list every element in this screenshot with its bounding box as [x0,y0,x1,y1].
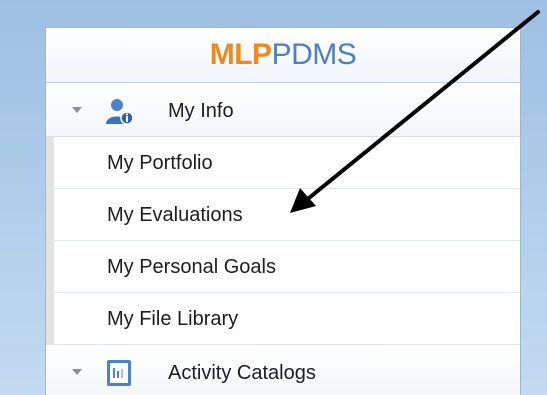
catalog-icon [107,360,131,386]
section-activity-catalogs[interactable]: Activity Catalogs [46,345,520,395]
collapse-arrow-icon[interactable] [72,369,82,375]
logo-mlp: MLP [209,38,272,71]
menu-item-my-evaluations[interactable]: My Evaluations [46,189,520,241]
logo-bar: MLPPDMS [46,28,520,83]
menu-item-my-personal-goals[interactable]: My Personal Goals [46,241,520,293]
collapse-arrow-icon[interactable] [72,107,82,113]
user-info-icon [106,99,134,125]
menu-item-my-file-library[interactable]: My File Library [46,293,520,345]
menu-label: My Portfolio [107,152,213,174]
menu-label: My Personal Goals [107,256,276,278]
section-my-info[interactable]: My Info [46,83,520,137]
section-label-activity-catalogs: Activity Catalogs [168,362,316,384]
app-logo[interactable]: MLPPDMS [46,37,520,73]
menu-label: My Evaluations [107,204,243,226]
menu-item-my-portfolio[interactable]: My Portfolio [46,137,520,189]
menu-label: My File Library [107,308,239,330]
navigation-panel: MLPPDMS My Info My Portfolio My Evaluati… [45,27,521,395]
logo-pdms: PDMS [271,38,357,71]
section-label-my-info: My Info [168,100,234,122]
